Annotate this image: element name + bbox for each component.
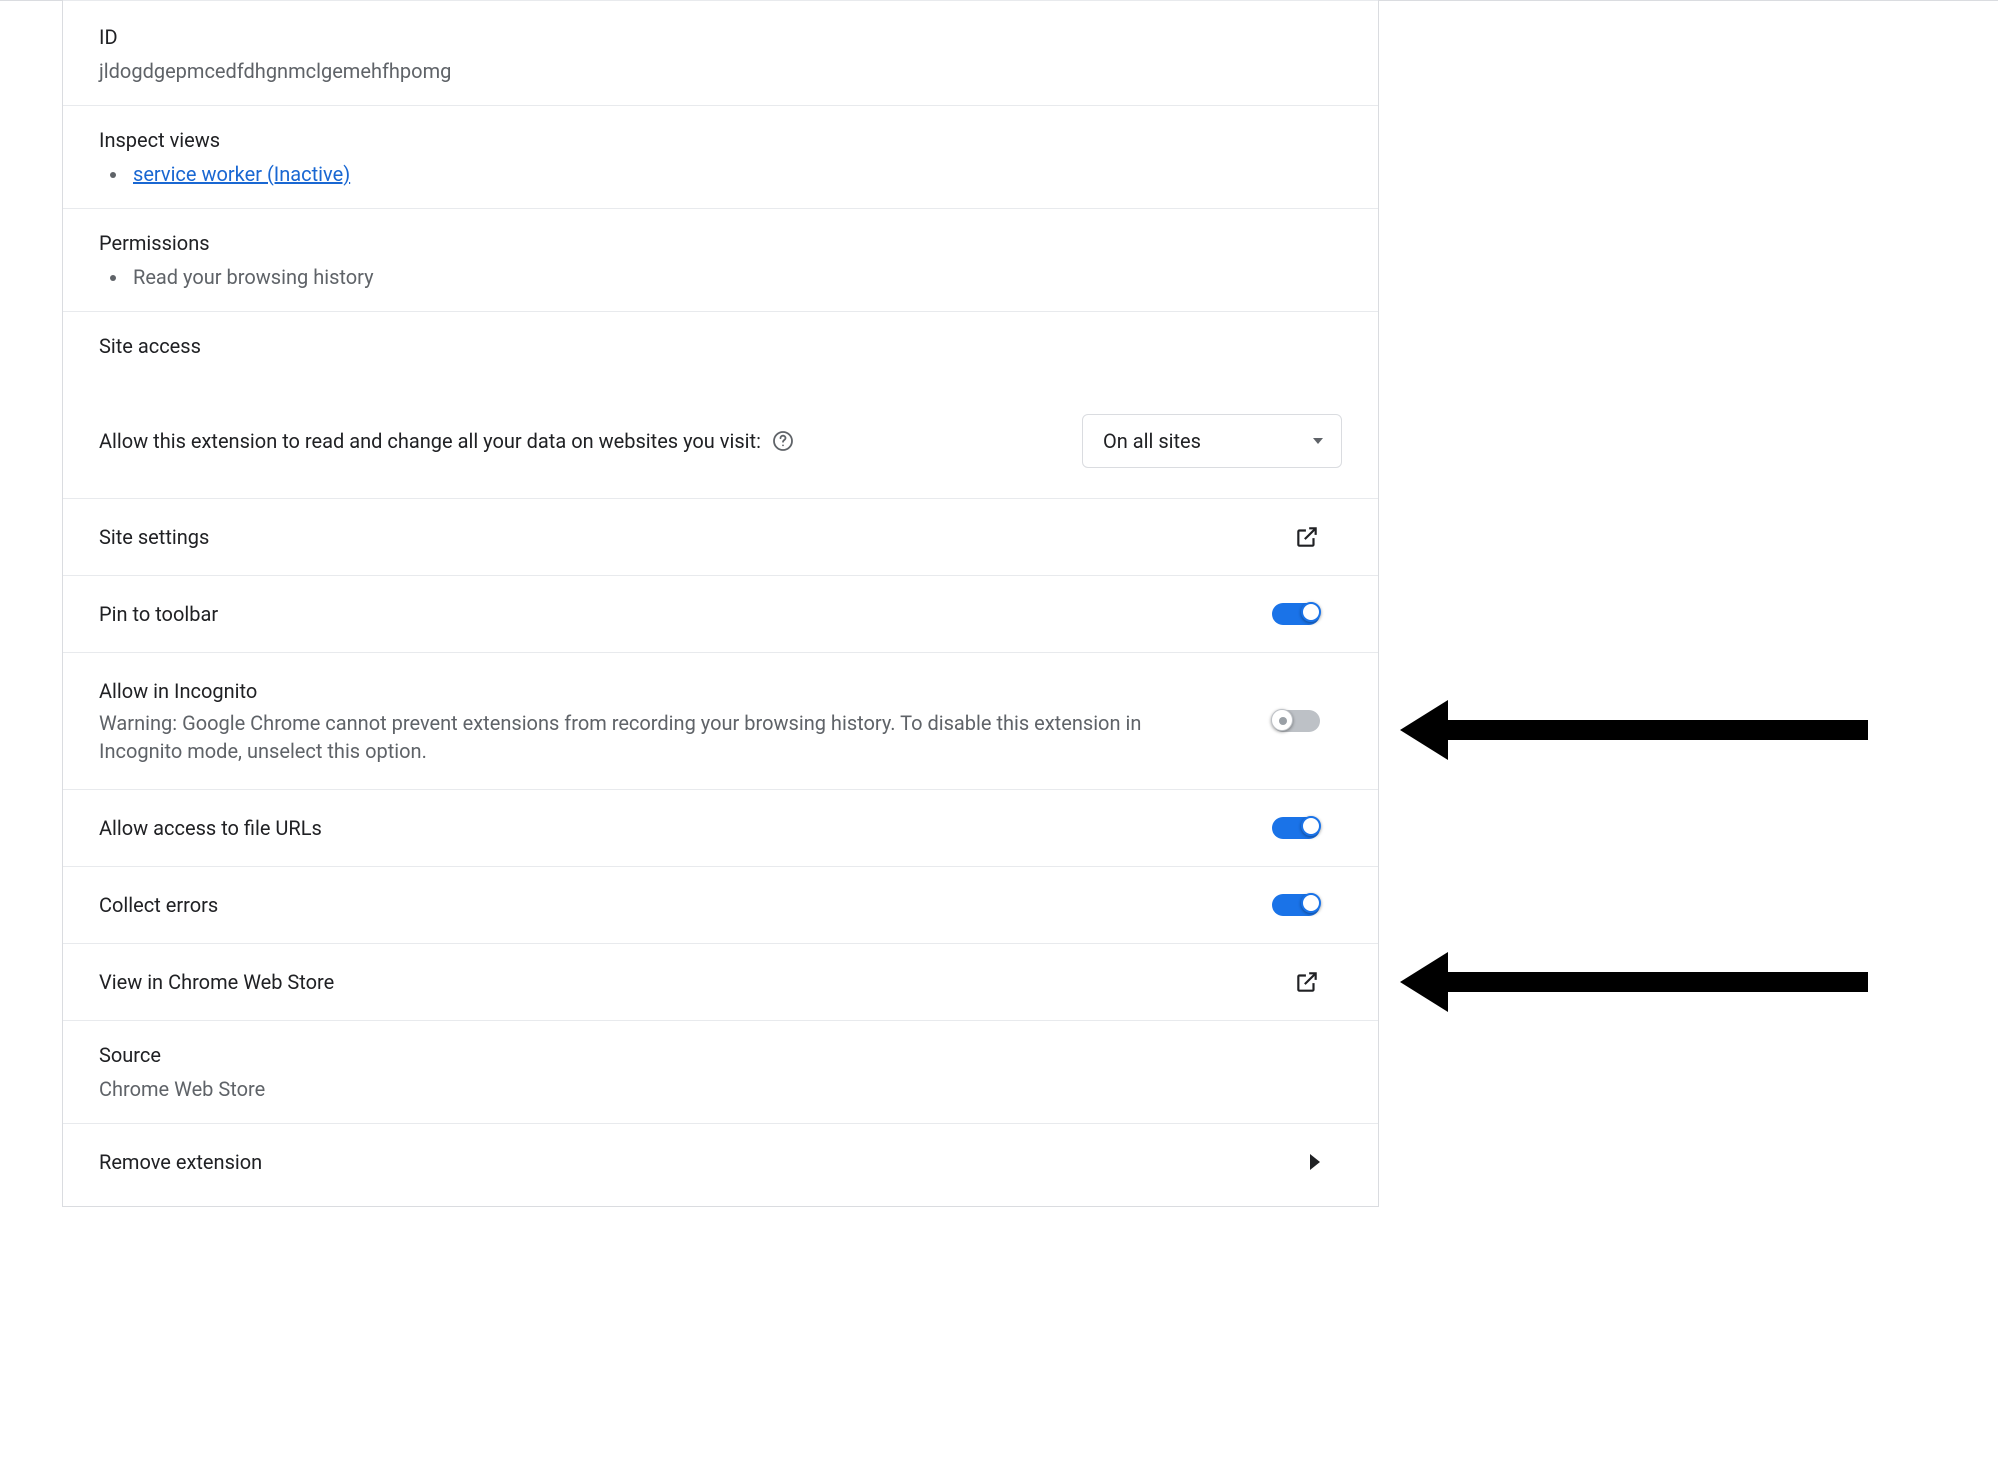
inspect-views-section: Inspect views service worker (Inactive) [63, 106, 1378, 209]
source-label: Source [99, 1041, 1342, 1069]
pin-to-toolbar-label: Pin to toolbar [99, 600, 218, 628]
permissions-section: Permissions Read your browsing history [63, 209, 1378, 312]
chevron-down-icon [1313, 438, 1323, 444]
allow-incognito-warning: Warning: Google Chrome cannot prevent ex… [99, 709, 1179, 765]
allow-incognito-toggle[interactable] [1272, 710, 1320, 732]
site-access-section: Site access Allow this extension to read… [63, 312, 1378, 499]
view-in-store-label: View in Chrome Web Store [99, 968, 334, 996]
inspect-views-item: service worker (Inactive) [129, 160, 1342, 188]
allow-incognito-row: Allow in Incognito Warning: Google Chrom… [63, 653, 1378, 790]
allow-file-urls-label: Allow access to file URLs [99, 814, 322, 842]
site-access-dropdown-value: On all sites [1103, 429, 1201, 453]
site-settings-label: Site settings [99, 523, 209, 551]
site-access-prompt-text: Allow this extension to read and change … [99, 427, 761, 455]
help-icon[interactable] [771, 429, 795, 453]
permissions-label: Permissions [99, 229, 1342, 257]
collect-errors-toggle[interactable] [1272, 894, 1320, 916]
collect-errors-label: Collect errors [99, 891, 218, 919]
open-external-icon [1294, 969, 1320, 995]
annotation-arrow [1400, 952, 1868, 1012]
source-section: Source Chrome Web Store [63, 1021, 1378, 1124]
view-in-store-row[interactable]: View in Chrome Web Store [63, 944, 1378, 1021]
service-worker-link[interactable]: service worker (Inactive) [133, 162, 350, 186]
allow-file-urls-toggle[interactable] [1272, 817, 1320, 839]
allow-file-urls-row: Allow access to file URLs [63, 790, 1378, 867]
id-value: jldogdgepmcedfdhgnmclgemehfhpomg [99, 57, 1342, 85]
pin-to-toolbar-toggle[interactable] [1272, 603, 1320, 625]
remove-extension-row[interactable]: Remove extension [63, 1124, 1378, 1206]
id-section: ID jldogdgepmcedfdhgnmclgemehfhpomg [63, 0, 1378, 106]
allow-incognito-label: Allow in Incognito [99, 677, 1179, 705]
collect-errors-row: Collect errors [63, 867, 1378, 944]
site-access-label: Site access [99, 332, 1342, 360]
extension-detail-card: ID jldogdgepmcedfdhgnmclgemehfhpomg Insp… [62, 0, 1379, 1207]
id-label: ID [99, 23, 1342, 51]
pin-to-toolbar-row: Pin to toolbar [63, 576, 1378, 653]
allow-incognito-label-block: Allow in Incognito Warning: Google Chrom… [99, 677, 1179, 765]
site-settings-row[interactable]: Site settings [63, 499, 1378, 576]
site-access-dropdown[interactable]: On all sites [1082, 414, 1342, 468]
open-external-icon [1294, 524, 1320, 550]
source-value: Chrome Web Store [99, 1075, 1342, 1103]
inspect-views-label: Inspect views [99, 126, 1342, 154]
annotation-arrow [1400, 700, 1868, 760]
permission-item: Read your browsing history [129, 263, 1342, 291]
remove-extension-label: Remove extension [99, 1148, 262, 1176]
site-access-prompt: Allow this extension to read and change … [99, 427, 795, 455]
chevron-right-icon [1310, 1154, 1320, 1170]
